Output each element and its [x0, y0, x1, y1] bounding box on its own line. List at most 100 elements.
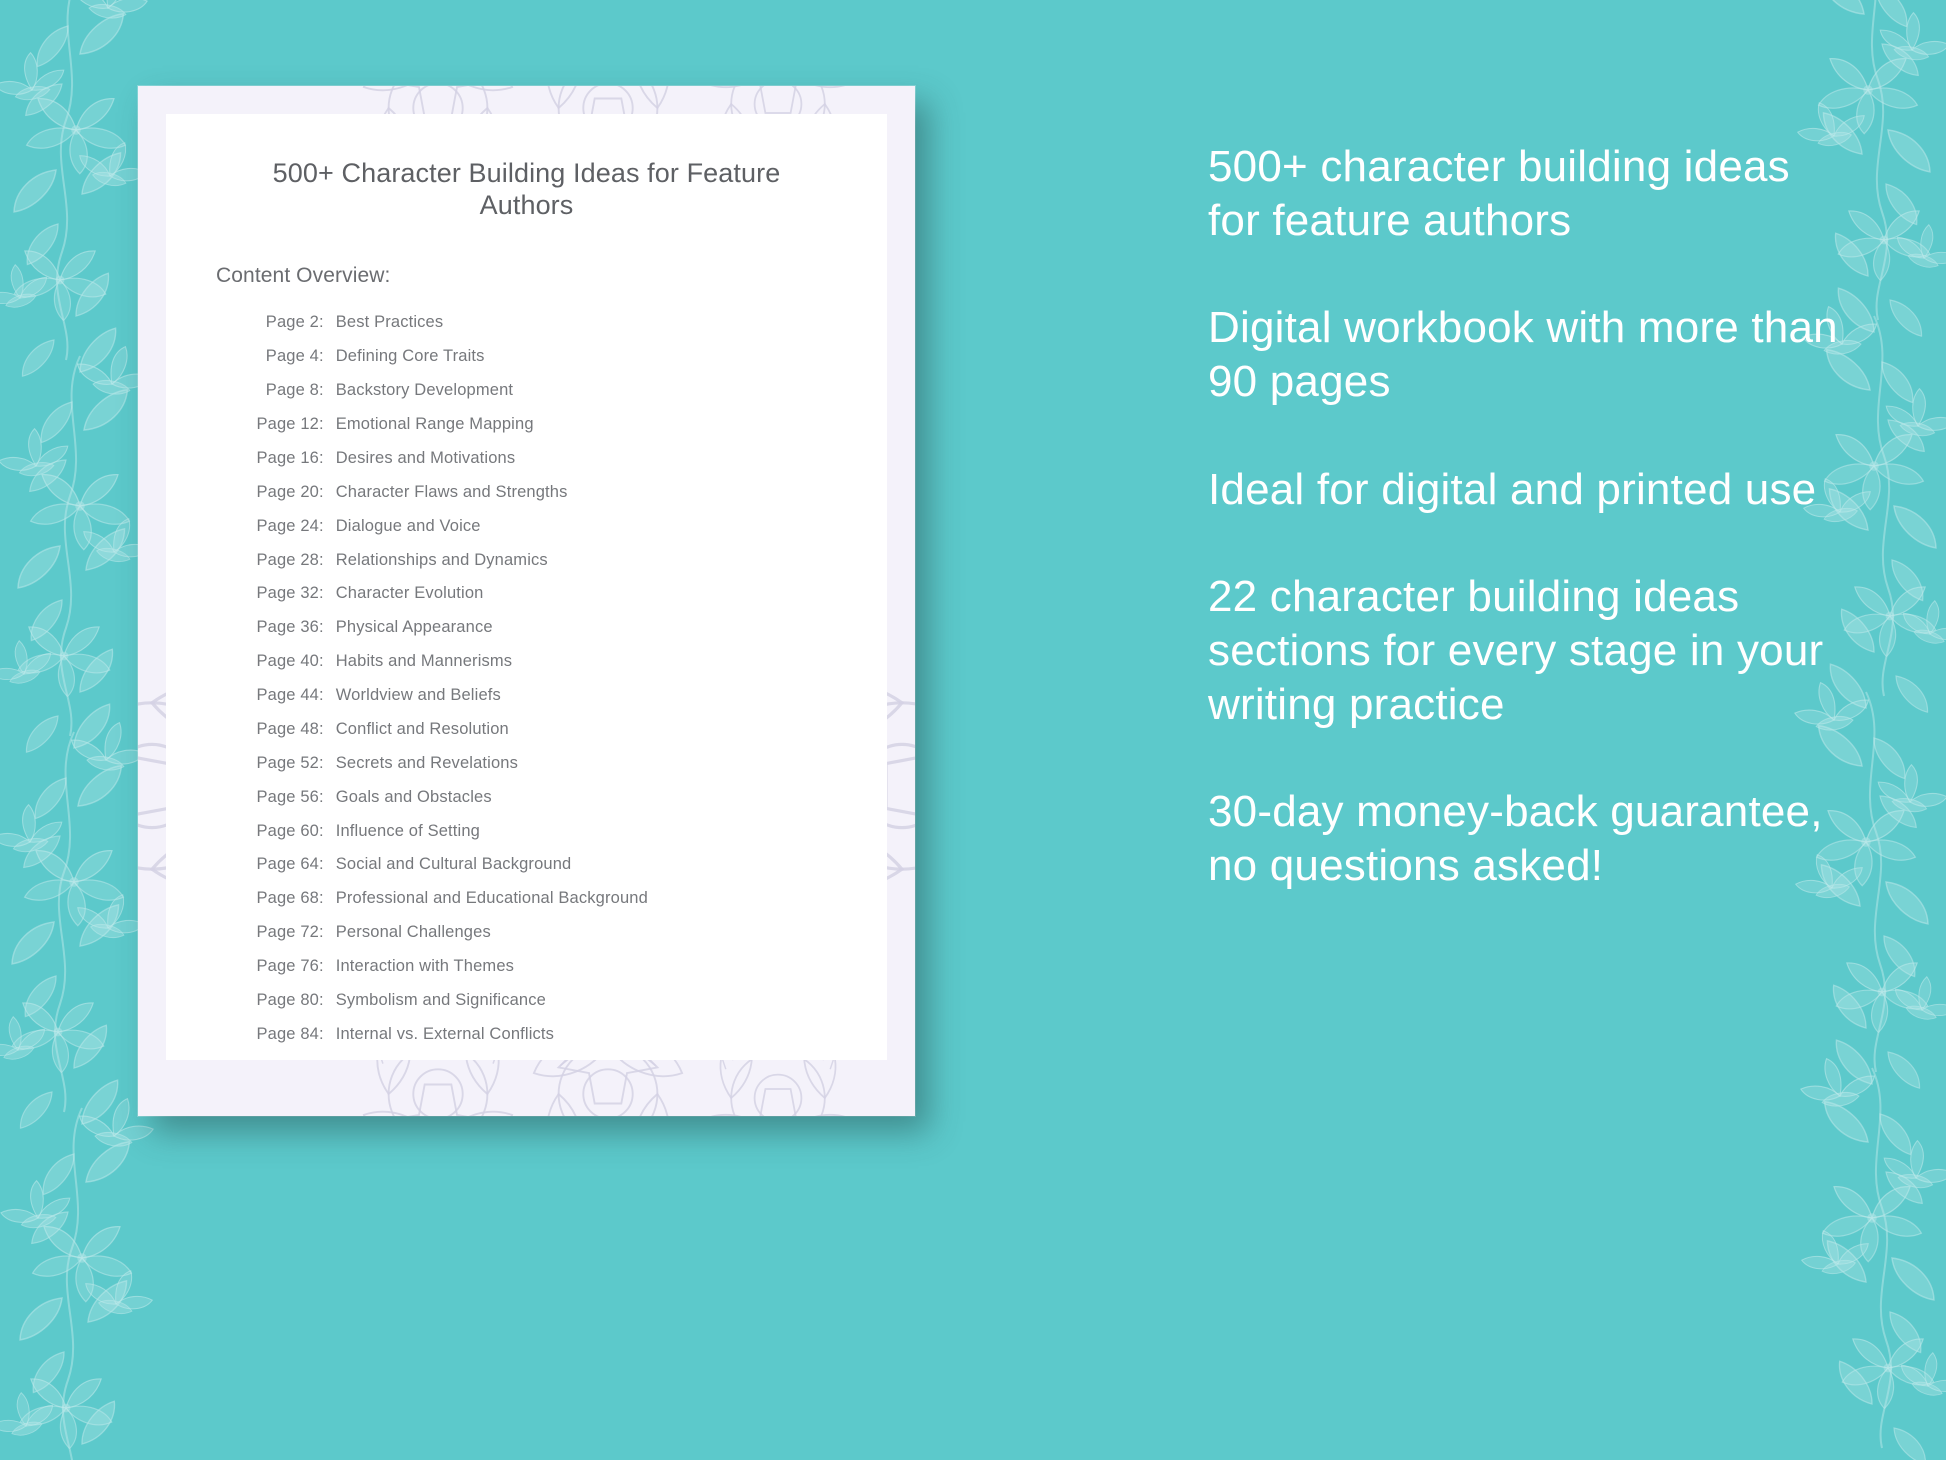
toc-page-number: Page 84 [256, 1024, 319, 1043]
toc-row: Page 64: Social and Cultural Background [241, 848, 887, 882]
toc-page-number: Page 2 [265, 313, 319, 332]
toc-separator: : [319, 923, 324, 942]
page-title: 500+ Character Building Ideas for Featur… [272, 158, 781, 220]
toc-row: Page 4: Defining Core Traits [241, 340, 887, 374]
toc-section-title: Character Flaws and Strengths [335, 482, 568, 501]
toc-row: Page 60: Influence of Setting [241, 814, 887, 848]
toc-row: Page 56: Goals and Obstacles [241, 780, 887, 814]
content-overview-label: Content Overview: [216, 263, 391, 287]
feature-bullet: 22 character building ideas sections for… [1208, 572, 1824, 729]
document-page: 500+ Character Building Ideas for Featur… [166, 114, 887, 1060]
toc-row: Page 72: Personal Challenges [241, 915, 887, 949]
toc-row: Page 48: Conflict and Resolution [241, 712, 887, 746]
toc-separator: : [319, 618, 324, 637]
toc-section-title: Professional and Educational Background [335, 889, 648, 908]
toc-section-title: Internal vs. External Conflicts [335, 1024, 555, 1043]
toc-separator: : [319, 787, 324, 806]
toc-section-title: Physical Appearance [335, 618, 493, 637]
toc-separator: : [319, 347, 324, 366]
toc-page-number: Page 48 [256, 719, 319, 738]
toc-separator: : [319, 957, 324, 976]
toc-row: Page 40: Habits and Mannerisms [241, 644, 887, 678]
toc-page-number: Page 20 [256, 482, 319, 501]
toc-section-title: Desires and Motivations [335, 448, 516, 467]
toc-page-number: Page 4 [265, 347, 319, 366]
feature-bullets: 500+ character building ideas for featur… [1208, 140, 1848, 893]
feature-bullet: Digital workbook with more than 90 pages [1208, 303, 1838, 407]
toc-page-number: Page 8 [265, 381, 319, 400]
toc-page-number: Page 16 [256, 448, 319, 467]
toc-page-number: Page 44 [256, 686, 319, 705]
toc-separator: : [319, 415, 324, 434]
listing-image: 500+ Character Building Ideas for Featur… [0, 0, 1946, 1460]
toc-separator: : [319, 821, 324, 840]
toc-separator: : [319, 584, 324, 603]
toc-separator: : [319, 448, 324, 467]
toc-separator: : [319, 855, 324, 874]
toc-separator: : [319, 990, 324, 1009]
toc-row: Page 80: Symbolism and Significance [241, 983, 887, 1017]
table-of-contents: Page 2: Best Practices Page 4: Defining Cor… [166, 288, 887, 1060]
toc-page-number: Page 28 [256, 550, 319, 569]
toc-section-title: Emotional Range Mapping [335, 415, 534, 434]
toc-page-number: Page 64 [256, 855, 319, 874]
toc-section-title: Best Practices [335, 313, 444, 332]
toc-row: Page 8: Backstory Development [241, 373, 887, 407]
toc-section-title: Social and Cultural Background [335, 855, 572, 874]
toc-row: Page 24: Dialogue and Voice [241, 509, 887, 543]
toc-section-title: Habits and Mannerisms [335, 652, 513, 671]
toc-row: Page 88:Legacy and Impact [241, 1051, 887, 1061]
toc-page-number: Page 56 [256, 787, 319, 806]
document-card: 500+ Character Building Ideas for Featur… [138, 86, 915, 1116]
toc-row: Page 44: Worldview and Beliefs [241, 678, 887, 712]
toc-section-title: Influence of Setting [335, 821, 480, 840]
toc-page-number: Page 36 [256, 618, 319, 637]
toc-page-number: Page 72 [256, 923, 319, 942]
toc-page-number: Page 24 [256, 516, 319, 535]
feature-bullet: 500+ character building ideas for featur… [1208, 142, 1790, 245]
toc-section-title: Secrets and Revelations [335, 753, 519, 772]
toc-separator: : [319, 313, 324, 332]
toc-row: Page 2: Best Practices [241, 306, 887, 340]
toc-page-number: Page 60 [256, 821, 319, 840]
toc-separator: : [319, 719, 324, 738]
toc-row: Page 20: Character Flaws and Strengths [241, 475, 887, 509]
toc-row: Page 28: Relationships and Dynamics [241, 543, 887, 577]
toc-separator: : [319, 686, 324, 705]
toc-section-title: Dialogue and Voice [335, 516, 481, 535]
toc-row: Page 76: Interaction with Themes [241, 949, 887, 983]
toc-row: Page 52: Secrets and Revelations [241, 746, 887, 780]
toc-separator: : [319, 889, 324, 908]
toc-page-number: Page 80 [256, 990, 319, 1009]
toc-separator: : [319, 753, 324, 772]
toc-page-number: Page 76 [256, 957, 319, 976]
toc-section-title: Interaction with Themes [335, 957, 515, 976]
toc-section-title: Goals and Obstacles [335, 787, 492, 806]
toc-separator: : [319, 550, 324, 569]
toc-row: Page 36: Physical Appearance [241, 611, 887, 645]
toc-separator: : [319, 381, 324, 400]
toc-section-title: Backstory Development [335, 381, 514, 400]
toc-separator: : [319, 516, 324, 535]
toc-page-number: Page 40 [256, 652, 319, 671]
feature-bullet: 30-day money-back guarantee, no question… [1208, 787, 1823, 891]
toc-separator: : [319, 1024, 324, 1043]
toc-separator: : [319, 652, 324, 671]
toc-section-title: Relationships and Dynamics [335, 550, 548, 569]
toc-row: Page 68: Professional and Educational Bac… [241, 882, 887, 916]
toc-row: Page 32: Character Evolution [241, 577, 887, 611]
toc-row: Page 16: Desires and Motivations [241, 441, 887, 475]
toc-page-number: Page 52 [256, 753, 319, 772]
toc-separator: : [319, 482, 324, 501]
toc-section-title: Defining Core Traits [335, 347, 485, 366]
toc-page-number: Page 32 [256, 584, 319, 603]
toc-page-number: Page 12 [256, 415, 319, 434]
toc-section-title: Conflict and Resolution [335, 719, 509, 738]
toc-section-title: Character Evolution [335, 584, 484, 603]
toc-page-number: Page 68 [256, 889, 319, 908]
feature-bullet: Ideal for digital and printed use [1208, 464, 1817, 514]
toc-section-title: Symbolism and Significance [335, 990, 546, 1009]
toc-row: Page 84: Internal vs. External Conflicts [241, 1017, 887, 1051]
toc-row: Page 12: Emotional Range Mapping [241, 407, 887, 441]
toc-section-title: Worldview and Beliefs [335, 686, 501, 705]
